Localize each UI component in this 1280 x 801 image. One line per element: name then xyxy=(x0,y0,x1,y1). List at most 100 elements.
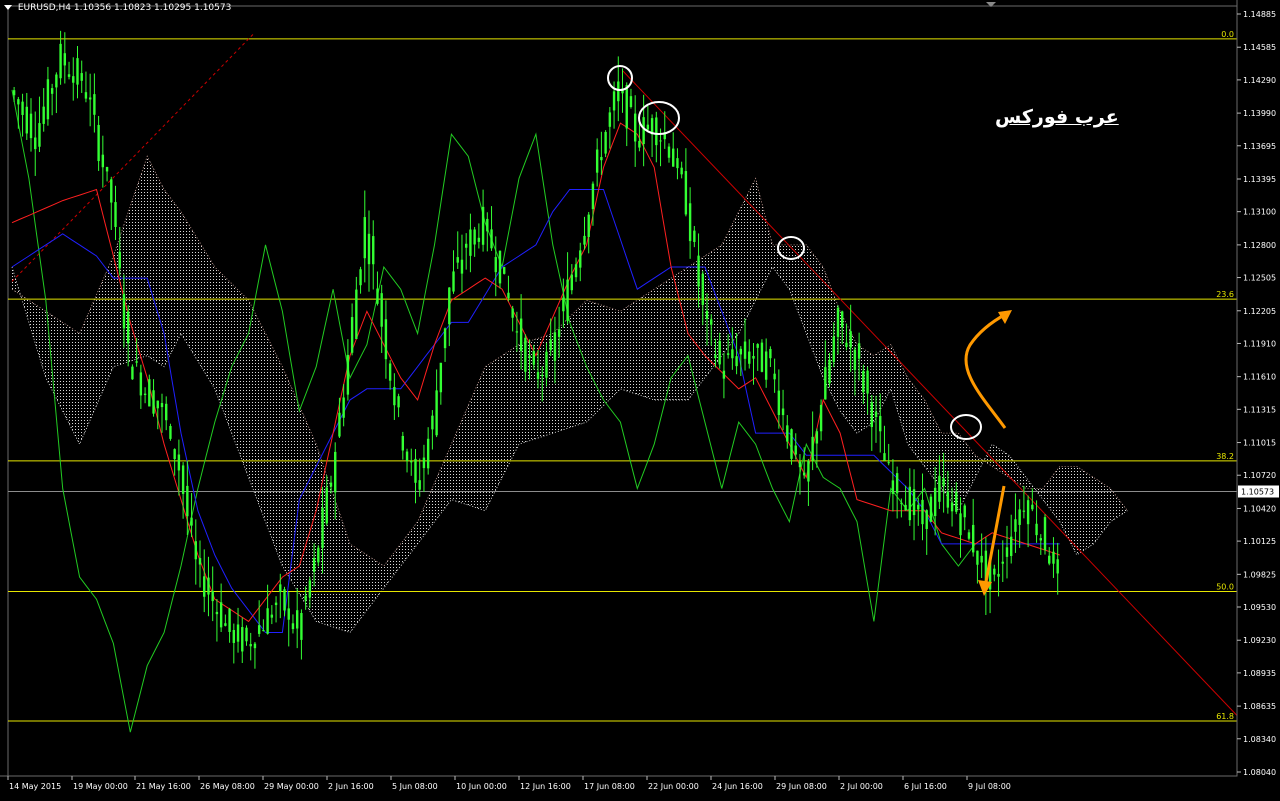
candle-body xyxy=(549,339,552,351)
candle-body xyxy=(25,106,28,134)
candle-body xyxy=(186,485,189,517)
candle-body xyxy=(194,541,197,560)
time-tick-label: 21 May 16:00 xyxy=(136,782,191,791)
bearish-scenario-arrow xyxy=(984,485,1006,583)
candle-body xyxy=(642,117,645,145)
candle-body xyxy=(726,353,730,355)
price-tick-label: 1.12800 xyxy=(1243,241,1276,250)
candle-body xyxy=(908,486,912,521)
fib-level-label: 0.0 xyxy=(1221,30,1234,39)
candle-body xyxy=(625,85,628,129)
candle-body xyxy=(439,362,443,393)
candle-body xyxy=(169,426,172,439)
candle-body xyxy=(338,412,341,437)
candle-body xyxy=(917,504,920,510)
candle-body xyxy=(604,131,607,154)
candle-body xyxy=(579,250,582,268)
candle-body xyxy=(824,367,827,400)
ichimoku-cloud xyxy=(12,156,1128,633)
time-tick-label: 17 Jun 08:00 xyxy=(584,782,635,791)
candle-body xyxy=(528,355,531,359)
candle-body xyxy=(114,202,117,227)
candle-body xyxy=(714,354,717,359)
candle-body xyxy=(541,375,544,377)
candle-body xyxy=(101,154,105,168)
candle-body xyxy=(173,449,176,460)
price-tick-label: 1.13990 xyxy=(1243,109,1276,118)
candle-body xyxy=(769,348,772,359)
candle-body xyxy=(388,363,392,381)
candle-body xyxy=(355,289,358,340)
time-tick-label: 29 May 00:00 xyxy=(264,782,319,791)
candle-body xyxy=(672,148,675,167)
candle-body xyxy=(279,584,282,592)
price-tick-label: 1.08340 xyxy=(1243,735,1276,744)
candle-body xyxy=(503,267,506,274)
price-tick-label: 1.13100 xyxy=(1243,208,1276,217)
candle-body xyxy=(790,429,793,459)
candle-body xyxy=(676,158,679,169)
candle-body xyxy=(967,532,971,539)
candle-body xyxy=(367,233,371,265)
candle-body xyxy=(756,344,759,348)
symbol-label: EURUSD,H4 xyxy=(17,3,71,13)
candle-body xyxy=(46,79,50,120)
candle-body xyxy=(334,451,337,493)
candle-body xyxy=(921,499,924,525)
candle-body xyxy=(110,179,113,203)
candle-body xyxy=(211,590,214,602)
price-tick-label: 1.13695 xyxy=(1243,142,1276,151)
price-tick-label: 1.09230 xyxy=(1243,636,1276,645)
price-tick-label: 1.13395 xyxy=(1243,175,1276,184)
time-tick-label: 10 Jun 00:00 xyxy=(456,782,507,791)
candle-body xyxy=(891,480,895,494)
candle-body xyxy=(435,390,438,436)
candle-body xyxy=(519,318,523,352)
candle-body xyxy=(870,402,873,427)
candle-body xyxy=(224,623,227,626)
candle-body xyxy=(97,124,100,162)
candle-body xyxy=(887,462,890,464)
candle-body xyxy=(866,370,869,394)
fib-level-label: 38.2 xyxy=(1216,452,1234,461)
candle-body xyxy=(562,297,565,312)
candle-body xyxy=(553,332,557,361)
candle-body xyxy=(308,580,312,598)
time-tick-label: 6 Jul 16:00 xyxy=(904,782,947,791)
candle-body xyxy=(963,505,966,518)
candle-body xyxy=(38,123,41,147)
circle-annotation xyxy=(638,101,680,135)
candle-body xyxy=(262,630,265,632)
candle-body xyxy=(570,274,574,291)
candle-body xyxy=(426,438,430,469)
time-tick-label: 24 Jun 16:00 xyxy=(712,782,763,791)
descending-trend-line xyxy=(622,70,1238,716)
candle-body xyxy=(270,614,274,618)
candle-body xyxy=(448,287,451,325)
candle-body xyxy=(135,361,138,363)
candle-body xyxy=(1010,536,1013,556)
candle-body xyxy=(659,140,662,142)
candle-body xyxy=(342,397,345,418)
candle-body xyxy=(469,229,472,256)
candle-body xyxy=(401,435,405,451)
candle-body xyxy=(777,390,781,415)
time-tick-label: 22 Jun 00:00 xyxy=(648,782,699,791)
candle-body xyxy=(794,445,797,455)
candle-body xyxy=(219,602,223,628)
candle-body xyxy=(997,573,1000,577)
candle-body xyxy=(697,255,700,287)
candle-body xyxy=(67,74,71,77)
candle-body xyxy=(942,478,945,487)
candle-body xyxy=(118,251,121,269)
candle-body xyxy=(629,96,633,108)
candle-body xyxy=(291,623,295,630)
candle-body xyxy=(380,293,383,327)
candle-body xyxy=(587,214,590,238)
candle-body xyxy=(1031,504,1034,510)
brand-watermark: عرب فوركس xyxy=(995,106,1119,128)
candle-body xyxy=(29,113,33,139)
candle-body xyxy=(507,292,510,299)
candle-body xyxy=(811,436,814,461)
collapse-triangle-icon[interactable] xyxy=(4,5,12,10)
